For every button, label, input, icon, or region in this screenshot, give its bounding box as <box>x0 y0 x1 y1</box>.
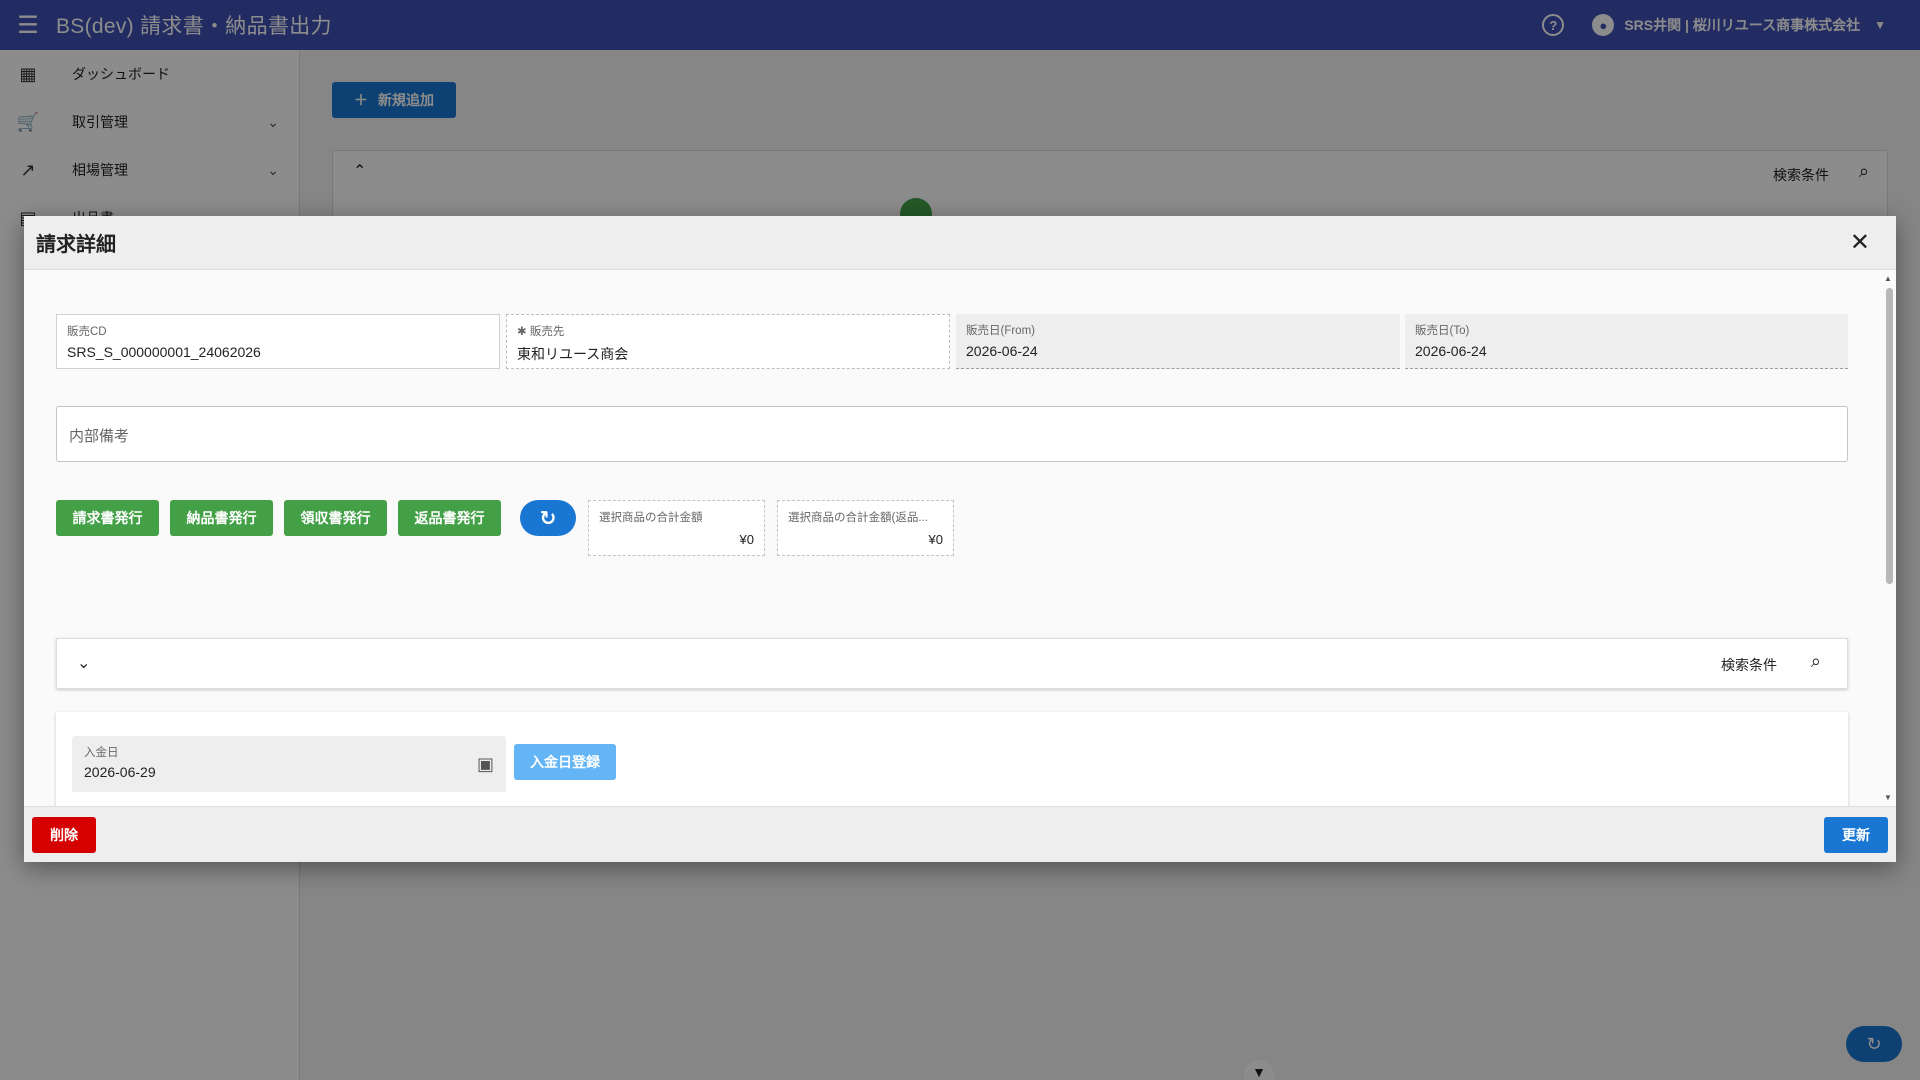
required-mark: ✱ <box>517 326 530 338</box>
search-icon[interactable]: ⌕ <box>1811 651 1821 672</box>
sales-cd-value: SRS_S_000000001_24062026 <box>67 344 261 360</box>
date-to-field: 販売日(To) 2026-06-24 <box>1405 314 1848 369</box>
scroll-down-icon[interactable]: ▼ <box>1884 793 1892 802</box>
dialog-footer: 削除 更新 <box>24 806 1896 862</box>
invoice-detail-dialog: 請求詳細 ✕ 販売CD SRS_S_000000001_24062026 ✱ 販… <box>24 216 1896 862</box>
dialog-header: 請求詳細 ✕ <box>24 216 1896 270</box>
customer-field[interactable]: ✱ 販売先 東和リユース商会 <box>506 314 950 369</box>
payment-date-value: 2026-06-29 <box>84 764 156 780</box>
issue-delivery-note-button[interactable]: 納品書発行 <box>170 500 273 536</box>
date-to-label: 販売日(To) <box>1415 325 1470 337</box>
payment-card: 入金日 2026-06-29 ▣ 入金日登録 <box>56 712 1848 806</box>
update-button[interactable]: 更新 <box>1824 817 1888 853</box>
dialog-title: 請求詳細 <box>36 234 116 256</box>
chevron-down-icon[interactable]: ⌄ <box>77 653 90 673</box>
date-from-field: 販売日(From) 2026-06-24 <box>956 314 1400 369</box>
selected-total-field: 選択商品の合計金額 ¥0 <box>588 500 765 556</box>
date-to-value: 2026-06-24 <box>1415 343 1487 359</box>
register-payment-date-button[interactable]: 入金日登録 <box>514 744 616 780</box>
close-icon[interactable]: ✕ <box>1850 228 1870 257</box>
selected-total-label: 選択商品の合計金額 <box>599 512 703 524</box>
reload-button[interactable]: ↻ <box>520 500 576 536</box>
issue-invoice-button[interactable]: 請求書発行 <box>56 500 159 536</box>
date-from-label: 販売日(From) <box>966 325 1035 337</box>
sales-cd-label: 販売CD <box>67 326 107 338</box>
issue-return-note-button[interactable]: 返品書発行 <box>398 500 501 536</box>
scrollbar-thumb[interactable] <box>1886 288 1893 584</box>
customer-label: 販売先 <box>529 326 565 338</box>
delete-button[interactable]: 削除 <box>32 817 96 853</box>
scroll-up-icon[interactable]: ▲ <box>1884 274 1892 283</box>
dialog-body: 販売CD SRS_S_000000001_24062026 ✱ 販売先 東和リユ… <box>24 270 1896 806</box>
selected-return-total-field: 選択商品の合計金額(返品... ¥0 <box>777 500 954 556</box>
search-conditions-label: 検索条件 <box>1721 657 1777 673</box>
search-conditions-panel: ⌄ 検索条件 ⌕ <box>56 638 1848 689</box>
selected-return-total-label: 選択商品の合計金額(返品... <box>788 512 928 524</box>
issue-receipt-button[interactable]: 領収書発行 <box>284 500 387 536</box>
selected-total-value: ¥0 <box>739 532 754 547</box>
selected-return-total-value: ¥0 <box>928 532 943 547</box>
date-from-value: 2026-06-24 <box>966 343 1038 359</box>
payment-date-field[interactable]: 入金日 2026-06-29 ▣ <box>72 736 506 792</box>
dialog-scrollbar[interactable]: ▲ ▼ <box>1884 270 1894 806</box>
calendar-icon[interactable]: ▣ <box>477 754 494 775</box>
payment-date-label: 入金日 <box>84 747 119 759</box>
customer-value: 東和リユース商会 <box>517 346 629 362</box>
refresh-icon: ↻ <box>539 507 557 530</box>
sales-cd-field[interactable]: 販売CD SRS_S_000000001_24062026 <box>56 314 500 369</box>
internal-memo-input[interactable]: 内部備考 <box>56 406 1848 462</box>
